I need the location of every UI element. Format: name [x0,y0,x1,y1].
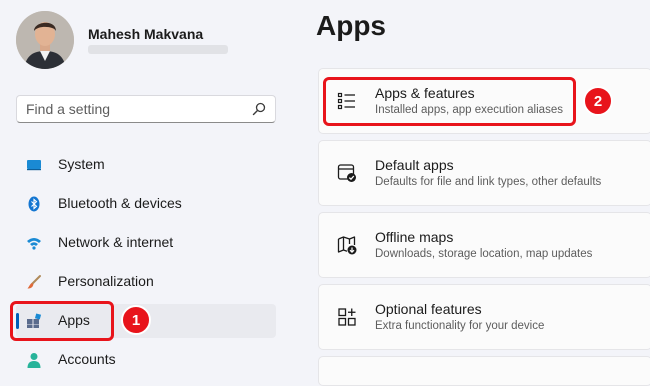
person-icon [27,353,41,368]
card-next-partial[interactable] [318,356,650,386]
map-icon [337,236,357,255]
sidebar: Mahesh Makvana System Bluetooth & device… [0,0,296,372]
bluetooth-icon [28,196,40,212]
card-title: Optional features [375,301,482,317]
sidebar-item-system[interactable]: System [16,148,276,182]
page-title: Apps [316,10,386,41]
card-title: Offline maps [375,229,454,245]
sidebar-item-label: Network & internet [58,234,174,250]
card-offline-maps[interactable]: Offline maps Downloads, storage location… [318,212,650,278]
wifi-icon [27,238,41,250]
sidebar-item-label: Bluetooth & devices [58,195,182,211]
avatar[interactable] [16,11,74,69]
default-apps-icon [337,164,356,182]
step-badge-2: 2 [583,86,613,116]
card-subtitle: Downloads, storage location, map updates [375,248,593,260]
highlight-box-apps-features [323,77,576,126]
card-default-apps[interactable]: Default apps Defaults for file and link … [318,140,650,206]
sidebar-item-network[interactable]: Network & internet [16,226,276,260]
brush-icon [27,275,41,289]
sidebar-item-label: Accounts [58,351,116,367]
card-title: Default apps [375,157,454,173]
sidebar-item-label: System [58,156,105,172]
search-box[interactable] [16,95,276,123]
monitor-icon [27,160,41,171]
step-badge-1: 1 [121,305,151,335]
search-input[interactable] [26,100,241,118]
add-features-icon [338,308,356,326]
user-email-redacted [88,45,228,54]
search-icon[interactable] [252,102,266,116]
card-subtitle: Defaults for file and link types, other … [375,176,602,188]
user-name: Mahesh Makvana [88,26,204,42]
card-optional-features[interactable]: Optional features Extra functionality fo… [318,284,650,350]
user-photo-icon [16,11,74,69]
sidebar-item-bluetooth[interactable]: Bluetooth & devices [16,187,276,221]
sidebar-item-personalization[interactable]: Personalization [16,265,276,299]
highlight-box-apps [10,301,114,341]
card-subtitle: Extra functionality for your device [375,320,545,332]
sidebar-item-label: Personalization [58,273,154,289]
